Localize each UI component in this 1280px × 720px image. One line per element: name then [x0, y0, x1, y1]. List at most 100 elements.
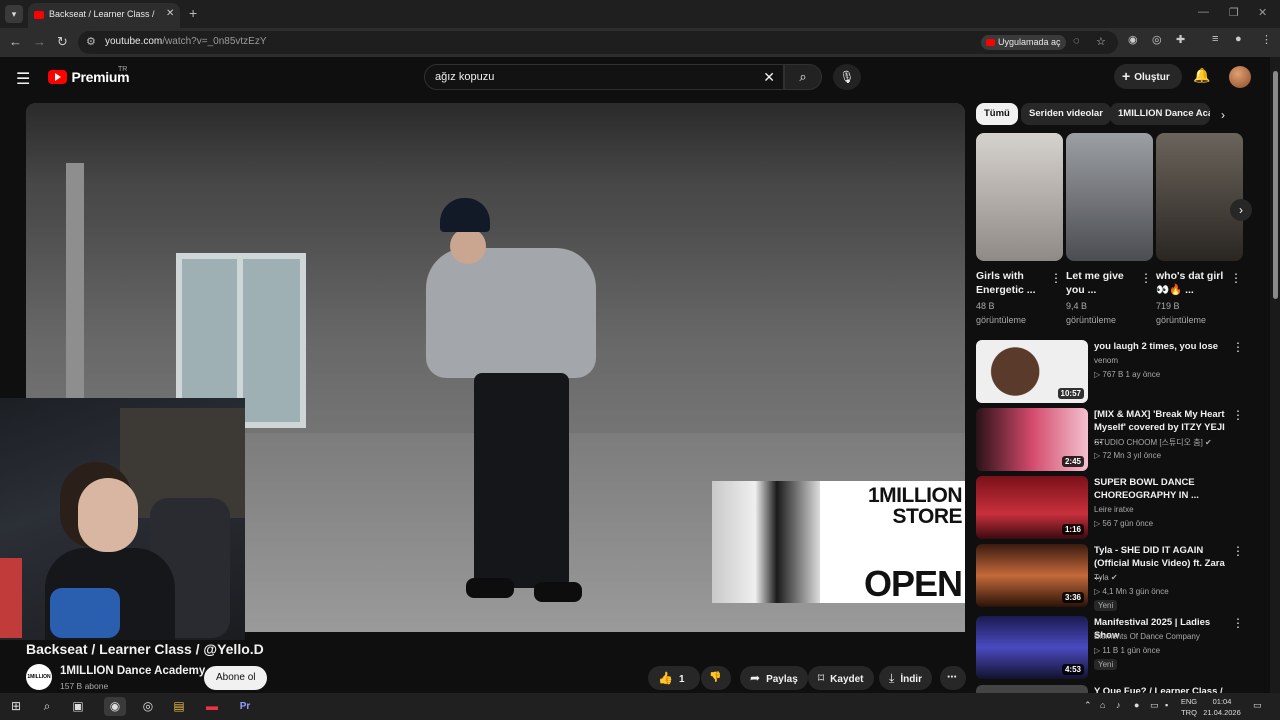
recommendation-item[interactable]: 10:57 you laugh 2 times, you lose venom … — [976, 340, 1246, 404]
extension-icon[interactable]: ◎ — [1152, 33, 1162, 46]
short-card[interactable]: Let me give you ... 9,4 B görüntüleme ⋮ — [1066, 133, 1153, 327]
scrollbar-thumb[interactable] — [1273, 71, 1278, 299]
open-in-app-button[interactable]: Uygulamada aç — [981, 35, 1066, 50]
channel-avatar[interactable]: 1MILLION — [26, 664, 52, 690]
chip-series[interactable]: Seriden videolar — [1021, 103, 1111, 125]
close-window-icon[interactable]: ✕ — [1258, 6, 1267, 19]
share-button[interactable]: ➦ Paylaş — [740, 666, 808, 690]
recommendation-item[interactable]: 1:16 SUPER BOWL DANCE CHOREOGRAPHY IN ..… — [976, 476, 1246, 540]
file-explorer-icon[interactable]: ▤ — [168, 697, 190, 716]
browser-tab-active[interactable]: Backseat / Learner Class / @ ✕ — [28, 3, 180, 28]
extension-icon[interactable]: ◉ — [1128, 33, 1138, 46]
recommendation-channel[interactable]: Leire iratxe — [1094, 505, 1134, 514]
like-button[interactable]: 👍1 B — [648, 666, 700, 709]
task-view-icon[interactable]: ▣ — [68, 697, 88, 716]
channel-name[interactable]: 1MILLION Dance Academy — [60, 665, 205, 677]
hamburger-menu-icon[interactable]: ☰ — [16, 69, 30, 89]
obs-app-icon[interactable]: ◉ — [104, 697, 126, 716]
menu-kebab-icon[interactable]: ⋮ — [1261, 33, 1272, 46]
tray-display-icon[interactable]: ▭ — [1150, 700, 1159, 711]
short-thumbnail[interactable] — [1156, 133, 1243, 261]
recommendation-channel[interactable]: Tyla ✔ — [1094, 573, 1118, 582]
short-thumbnail[interactable] — [1066, 133, 1153, 261]
recommendation-title[interactable]: SUPER BOWL DANCE CHOREOGRAPHY IN ... — [1094, 476, 1230, 502]
media-control-icon[interactable]: ≡ — [1212, 33, 1218, 45]
voice-search-button[interactable]: 🎙 — [833, 64, 861, 90]
recommendation-menu-icon[interactable]: ⋮ — [1232, 408, 1244, 422]
recommendation-thumbnail[interactable]: 4:53 — [976, 616, 1088, 679]
save-button[interactable]: ⌑ Kaydet — [808, 666, 874, 690]
maximize-icon[interactable]: ❐ — [1229, 6, 1239, 19]
recommendation-channel[interactable]: STUDIO CHOOM [스튜디오 춤] ✔ — [1094, 437, 1212, 448]
new-tab-icon[interactable]: + — [189, 5, 197, 21]
short-title[interactable]: Let me give you ... — [1066, 269, 1134, 297]
account-avatar[interactable] — [1229, 66, 1251, 88]
shorts-next-chevron-icon[interactable]: › — [1230, 199, 1252, 221]
store-promo-overlay[interactable]: 1MILLION STORE OPEN — [712, 481, 965, 603]
premiere-pro-icon[interactable]: Pr — [234, 697, 256, 716]
short-thumbnail[interactable] — [976, 133, 1063, 261]
extensions-puzzle-icon[interactable]: ✚ — [1176, 33, 1185, 46]
short-card[interactable]: who's dat girl 👀🔥 ... 719 B görüntüleme … — [1156, 133, 1243, 327]
voicemod-app-icon[interactable]: ▬ — [201, 697, 223, 716]
dislike-button[interactable]: 👎 — [701, 666, 731, 690]
chrome-app-icon[interactable]: ◎ — [137, 697, 159, 716]
language-indicator[interactable]: ENG — [1178, 697, 1200, 706]
recommendation-thumbnail[interactable] — [976, 685, 1088, 693]
clock-time[interactable]: 01:04 — [1202, 697, 1242, 706]
windows-start-icon[interactable]: ⊞ — [6, 697, 26, 716]
recommendation-item[interactable]: 2:45 [MIX & MAX] 'Break My Heart Myself'… — [976, 408, 1246, 472]
short-title[interactable]: who's dat girl 👀🔥 ... — [1156, 269, 1224, 297]
tray-network-icon[interactable]: ⌂ — [1100, 700, 1105, 710]
reload-icon[interactable]: ↻ — [57, 34, 68, 50]
recommendation-thumbnail[interactable]: 2:45 — [976, 408, 1088, 471]
clock-date[interactable]: 21.04.2026 — [1202, 708, 1242, 717]
tab-search-dropdown-icon[interactable]: ▾ — [5, 5, 23, 23]
create-button[interactable]: + Oluştur — [1114, 64, 1182, 89]
omnibox[interactable]: ⚙ youtube.com/watch?v=_0n85vtzEzY Uygula… — [78, 31, 1118, 54]
search-input[interactable]: ağız kopuzu ✕ — [424, 64, 784, 90]
recommendation-item[interactable]: Y Que Fue? / Learner Class / — [976, 685, 1246, 693]
search-button[interactable]: ⌕ — [784, 64, 822, 90]
forward-icon[interactable]: → — [33, 34, 46, 49]
clear-search-icon[interactable]: ✕ — [763, 69, 775, 86]
recommendation-menu-icon[interactable]: ⋮ — [1232, 544, 1244, 558]
short-menu-icon[interactable]: ⋮ — [1230, 271, 1242, 285]
tray-mic-icon[interactable]: ● — [1134, 700, 1139, 710]
recommendation-menu-icon[interactable]: ⋮ — [1232, 616, 1244, 630]
notification-center-icon[interactable]: ▭ — [1253, 700, 1262, 711]
short-menu-icon[interactable]: ⋮ — [1140, 271, 1152, 285]
recommendation-item[interactable]: 4:53 Manifestival 2025 | Ladies Show Ele… — [976, 616, 1246, 680]
tray-volume-icon[interactable]: ♪ — [1116, 700, 1121, 710]
short-menu-icon[interactable]: ⋮ — [1050, 271, 1062, 285]
youtube-logo[interactable]: Premium TR — [48, 66, 130, 86]
more-actions-button[interactable]: ⋯ — [940, 666, 966, 690]
recommendation-thumbnail[interactable]: 3:36 — [976, 544, 1088, 607]
notifications-bell-icon[interactable]: 🔔 — [1193, 67, 1210, 84]
recommendation-thumbnail[interactable]: 1:16 — [976, 476, 1088, 539]
recommendation-title[interactable]: Y Que Fue? / Learner Class / — [1094, 685, 1230, 693]
search-icon[interactable]: ⌕ — [37, 697, 57, 716]
subscribe-button[interactable]: Abone ol — [204, 666, 268, 690]
chip-channel[interactable]: 1MILLION Dance Aca — [1110, 103, 1210, 125]
bookmark-star-icon[interactable]: ☆ — [1096, 35, 1106, 48]
recommendation-item[interactable]: 3:36 Tyla - SHE DID IT AGAIN (Official M… — [976, 544, 1246, 611]
url-text[interactable]: youtube.com/watch?v=_0n85vtzEzY — [105, 36, 267, 47]
tray-app-icon[interactable]: ▪ — [1165, 700, 1168, 710]
recommendation-title[interactable]: you laugh 2 times, you lose — [1094, 340, 1230, 353]
tab-close-icon[interactable]: ✕ — [166, 8, 174, 19]
site-info-icon[interactable]: ⚙ — [86, 35, 96, 48]
short-card[interactable]: Girls with Energetic ... 48 B görüntülem… — [976, 133, 1063, 327]
minimize-icon[interactable]: — — [1198, 6, 1209, 18]
back-icon[interactable]: ← — [9, 34, 22, 49]
recommendation-channel[interactable]: Elements Of Dance Company — [1094, 632, 1200, 641]
eye-off-icon[interactable]: ◌ — [1073, 35, 1080, 47]
chips-next-chevron-icon[interactable]: › — [1221, 108, 1225, 122]
tray-chevron-icon[interactable]: ⌃ — [1084, 700, 1092, 711]
recommendation-thumbnail[interactable]: 10:57 — [976, 340, 1088, 403]
language-indicator[interactable]: TRQ — [1178, 708, 1200, 717]
recommendation-channel[interactable]: venom — [1094, 356, 1118, 365]
recommendation-menu-icon[interactable]: ⋮ — [1232, 340, 1244, 354]
page-scrollbar[interactable] — [1270, 57, 1280, 693]
profile-icon[interactable]: ● — [1235, 33, 1242, 45]
